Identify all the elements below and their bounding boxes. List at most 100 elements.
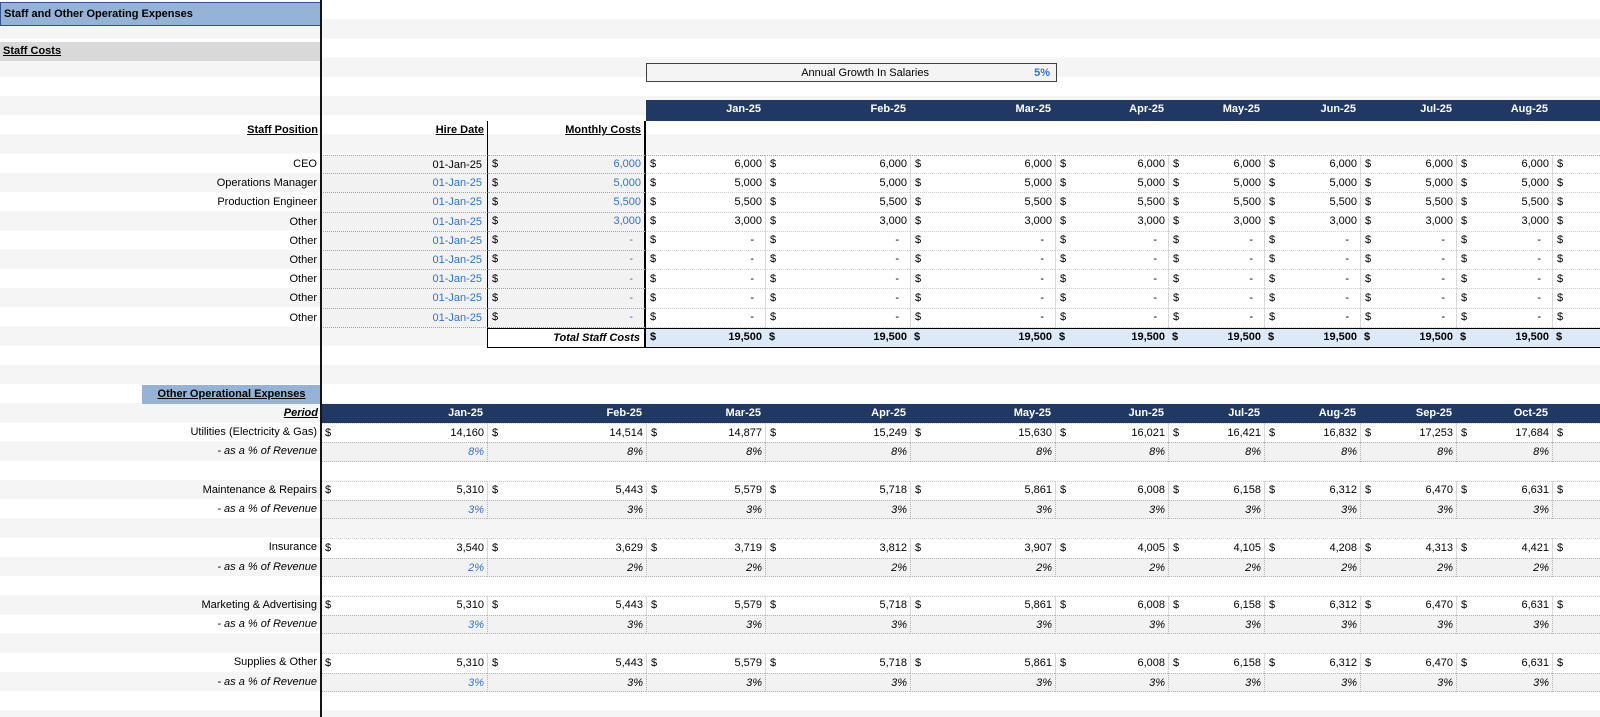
currency-symbol: $ bbox=[1060, 213, 1066, 232]
staff-month-value-cell: $3,000 bbox=[1055, 213, 1168, 232]
cell-value: 4,105 bbox=[1233, 539, 1261, 558]
cell-value: 3,629 bbox=[615, 539, 643, 558]
expense-pct-cell[interactable]: 2% bbox=[321, 558, 487, 577]
currency-symbol: $ bbox=[1060, 155, 1066, 174]
staff-month-value-cell: $6,000 bbox=[910, 155, 1055, 174]
currency-symbol: $ bbox=[1365, 481, 1371, 500]
currency-symbol: $ bbox=[492, 481, 498, 500]
total-month-value-cell: $19,500 bbox=[1360, 328, 1456, 348]
currency-symbol: $ bbox=[325, 481, 331, 500]
cell-value: 19,500 bbox=[1131, 328, 1165, 347]
cell-value: 19,500 bbox=[1227, 328, 1261, 347]
expense-pct-cell: 2% bbox=[910, 558, 1055, 577]
currency-symbol: $ bbox=[492, 289, 498, 308]
currency-symbol: $ bbox=[1269, 251, 1275, 270]
staff-columns-header-row: Staff PositionHire DateMonthly Costs bbox=[0, 121, 1600, 141]
expense-pct-cell[interactable]: 3% bbox=[321, 673, 487, 692]
annual-growth-value[interactable]: 5% bbox=[929, 67, 1056, 79]
staff-position-label: Other bbox=[0, 251, 321, 270]
expense-value-row: Insurance$3,540$3,629$3,719$3,812$3,907$… bbox=[0, 538, 1600, 557]
monthly-cost-cell[interactable]: $5,000 bbox=[488, 174, 646, 193]
monthly-cost-cell[interactable]: $- bbox=[488, 270, 646, 289]
staff-month-value-cell: $3,000 bbox=[1360, 213, 1456, 232]
cell-value: - bbox=[750, 232, 754, 251]
currency-symbol: $ bbox=[1060, 596, 1066, 615]
expense-pct-cell: 2% bbox=[765, 558, 910, 577]
hire-date-cell[interactable]: 01-Jan-25 bbox=[321, 213, 488, 232]
expense-value-cell: $4,421 bbox=[1456, 538, 1552, 557]
monthly-cost-cell[interactable]: $5,500 bbox=[488, 193, 646, 212]
cell-value: 5,718 bbox=[879, 481, 907, 500]
currency-symbol: $ bbox=[1269, 424, 1275, 443]
currency-symbol: $ bbox=[1365, 654, 1371, 673]
currency-symbol: $ bbox=[651, 654, 657, 673]
expense-pct-cell[interactable]: 8% bbox=[321, 442, 487, 461]
currency-symbol: $ bbox=[1365, 424, 1371, 443]
expense-pct-cell[interactable]: 3% bbox=[321, 500, 487, 519]
staff-month-value-cell: $ bbox=[1552, 309, 1600, 328]
expense-value-cell: $4,005 bbox=[1055, 538, 1168, 557]
currency-symbol: $ bbox=[650, 270, 656, 289]
hire-date-cell[interactable]: 01-Jan-25 bbox=[321, 251, 488, 270]
monthly-cost-cell[interactable]: $- bbox=[488, 232, 646, 251]
hire-date-cell[interactable]: 01-Jan-25 bbox=[321, 174, 488, 193]
expense-value-cell: $5,861 bbox=[910, 596, 1055, 615]
monthly-cost-cell[interactable]: $3,000 bbox=[488, 213, 646, 232]
monthly-cost-cell[interactable]: $- bbox=[488, 289, 646, 308]
currency-symbol: $ bbox=[1365, 596, 1371, 615]
currency-symbol: $ bbox=[492, 309, 498, 328]
currency-symbol: $ bbox=[492, 213, 498, 232]
cell-value: - bbox=[1441, 289, 1445, 308]
hire-date-cell[interactable]: 01-Jan-25 bbox=[321, 289, 488, 308]
staff-month-value-cell: $ bbox=[1552, 213, 1600, 232]
monthly-cost-cell[interactable]: $- bbox=[488, 251, 646, 270]
currency-symbol: $ bbox=[1173, 309, 1179, 328]
total-month-value-cell: $19,500 bbox=[1456, 328, 1552, 348]
cell-value: - bbox=[1537, 270, 1541, 289]
expense-label: Supplies & Other bbox=[0, 653, 321, 672]
staff-month-value-cell: $- bbox=[646, 232, 765, 251]
expense-value-cell: $5,718 bbox=[765, 653, 910, 672]
cell-value: - bbox=[629, 289, 633, 308]
currency-symbol: $ bbox=[1173, 174, 1179, 193]
cell-value: - bbox=[750, 309, 754, 328]
currency-symbol: $ bbox=[1269, 481, 1275, 500]
cell-value: 16,832 bbox=[1323, 424, 1357, 443]
hire-date-cell[interactable]: 01-Jan-25 bbox=[321, 155, 488, 174]
staff-month-value-cell: $5,000 bbox=[646, 174, 765, 193]
monthly-cost-cell[interactable]: $6,000 bbox=[488, 155, 646, 174]
expense-pct-cell: 3% bbox=[765, 673, 910, 692]
hire-date-cell[interactable]: 01-Jan-25 bbox=[321, 270, 488, 289]
currency-symbol: $ bbox=[1173, 539, 1179, 558]
currency-symbol: $ bbox=[1365, 309, 1371, 328]
currency-symbol: $ bbox=[1461, 424, 1467, 443]
cell-value: 3,000 bbox=[1425, 213, 1453, 232]
hire-date-cell[interactable]: 01-Jan-25 bbox=[321, 309, 488, 328]
currency-symbol: $ bbox=[492, 174, 498, 193]
expense-value-cell: $5,443 bbox=[487, 481, 646, 500]
expense-pct-cell[interactable]: 3% bbox=[321, 615, 487, 634]
staff-month-value-cell: $5,500 bbox=[1360, 193, 1456, 212]
hire-date-cell[interactable]: 01-Jan-25 bbox=[321, 193, 488, 212]
monthly-cost-cell[interactable]: $- bbox=[488, 309, 646, 328]
total-month-value-cell: $19,500 bbox=[765, 328, 910, 348]
staff-month-value-cell: $- bbox=[1055, 251, 1168, 270]
expense-pct-cell: 3% bbox=[1055, 500, 1168, 519]
cell-value: 16,421 bbox=[1227, 424, 1261, 443]
cell-value: 5,310 bbox=[456, 654, 484, 673]
currency-symbol: $ bbox=[650, 251, 656, 270]
staff-position-label: Other bbox=[0, 270, 321, 289]
expense-value-cell: $6,312 bbox=[1264, 481, 1360, 500]
expense-pct-cell: 3% bbox=[910, 500, 1055, 519]
staff-month-value-cell: $5,000 bbox=[1360, 174, 1456, 193]
currency-symbol: $ bbox=[1365, 213, 1371, 232]
month-header bbox=[1552, 100, 1600, 121]
cell-value: 17,253 bbox=[1419, 424, 1453, 443]
cell-value: 5,310 bbox=[456, 481, 484, 500]
expense-pct-cell: 3% bbox=[1168, 500, 1264, 519]
expense-value-cell: $5,579 bbox=[646, 596, 765, 615]
hire-date-cell[interactable]: 01-Jan-25 bbox=[321, 232, 488, 251]
staff-month-value-cell: $- bbox=[1168, 289, 1264, 308]
month-header: Jul-25 bbox=[1360, 100, 1456, 121]
expense-pct-cell: 3% bbox=[1055, 673, 1168, 692]
